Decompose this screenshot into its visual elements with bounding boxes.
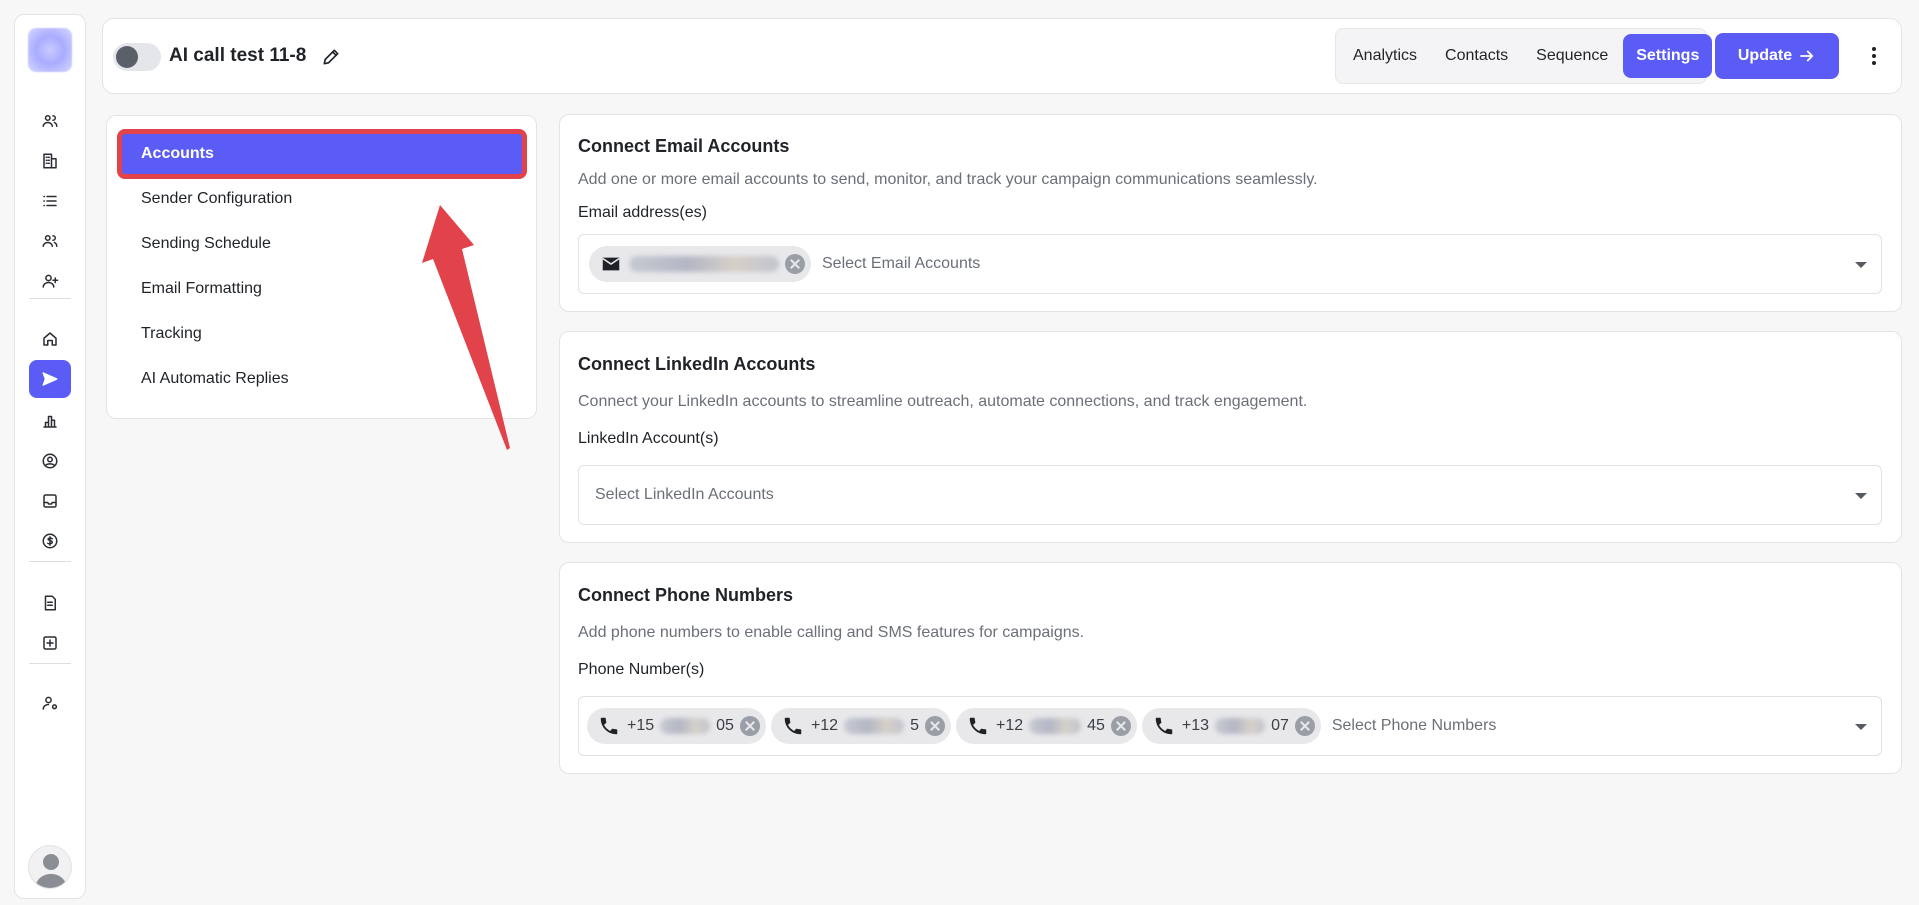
building-icon[interactable] (29, 142, 71, 180)
phone-chip: +12 5 (770, 708, 951, 744)
phone-number-prefix: +12 (995, 717, 1024, 734)
add-box-icon[interactable] (29, 624, 71, 662)
icon-rail (14, 14, 86, 899)
email-chip (589, 246, 811, 282)
more-options-icon[interactable] (1859, 39, 1889, 73)
user-settings-icon[interactable] (29, 684, 71, 722)
campaign-active-toggle[interactable] (113, 43, 161, 71)
phone-section-title: Connect Phone Numbers (578, 585, 794, 605)
document-icon[interactable] (29, 584, 71, 622)
phone-number-redacted (844, 718, 905, 734)
linkedin-accounts-select[interactable]: Select LinkedIn Accounts (578, 465, 1882, 525)
linkedin-field-label: LinkedIn Account(s) (578, 430, 719, 447)
remove-chip-icon[interactable] (924, 716, 945, 736)
phone-section-description: Add phone numbers to enable calling and … (578, 624, 1085, 641)
phone-select-placeholder: Select Phone Numbers (1331, 717, 1497, 734)
phone-icon (781, 714, 805, 738)
rail-divider (29, 561, 71, 562)
email-section-description: Add one or more email accounts to send, … (578, 171, 1318, 188)
remove-chip-icon[interactable] (1110, 716, 1131, 736)
linkedin-section-title: Connect LinkedIn Accounts (578, 354, 816, 374)
chevron-down-icon[interactable] (1855, 724, 1867, 730)
phone-chip: +13 07 (1141, 708, 1321, 744)
user-avatar[interactable] (28, 845, 72, 889)
home-icon[interactable] (29, 320, 71, 358)
phone-number-prefix: +12 (810, 717, 839, 734)
linkedin-select-placeholder: Select LinkedIn Accounts (595, 486, 774, 503)
arrow-right-icon (1800, 50, 1814, 62)
phone-number-redacted (1029, 718, 1082, 734)
phone-icon (597, 714, 621, 738)
email-select-placeholder: Select Email Accounts (822, 255, 981, 272)
phone-chip: +12 45 (955, 708, 1137, 744)
chevron-down-icon[interactable] (1855, 493, 1867, 499)
phone-chip: +15 05 (587, 708, 766, 744)
rail-divider (29, 663, 71, 664)
email-field-label: Email address(es) (578, 204, 707, 221)
phone-number-suffix: 07 (1271, 717, 1289, 734)
tab-settings[interactable]: Settings (1623, 34, 1713, 78)
phone-number-prefix: +13 (1181, 717, 1210, 734)
phone-number-suffix: 5 (910, 717, 919, 734)
phone-number-redacted (1215, 718, 1266, 734)
update-button[interactable]: Update (1715, 33, 1839, 79)
phone-number-suffix: 05 (716, 717, 734, 734)
mail-icon (599, 252, 623, 276)
chevron-down-icon[interactable] (1855, 262, 1867, 268)
email-section-title: Connect Email Accounts (578, 136, 790, 156)
tab-analytics[interactable]: Analytics (1340, 34, 1430, 78)
phone-numbers-select[interactable]: +15 05 +12 5 +12 45 +13 07 Select Phone Numb… (578, 696, 1882, 756)
phone-icon (1152, 714, 1176, 738)
dollar-icon[interactable] (29, 522, 71, 560)
rail-divider (29, 298, 71, 299)
toggle-knob (116, 46, 138, 68)
users-icon[interactable] (29, 222, 71, 260)
inbox-icon[interactable] (29, 482, 71, 520)
tab-sequence[interactable]: Sequence (1523, 34, 1621, 78)
add-user-icon[interactable] (29, 262, 71, 300)
bar-chart-icon[interactable] (29, 402, 71, 440)
phone-number-suffix: 45 (1087, 717, 1105, 734)
remove-chip-icon[interactable] (785, 254, 805, 274)
nav-item-accounts[interactable]: Accounts (117, 129, 527, 179)
email-address-redacted (629, 256, 779, 272)
list-icon[interactable] (29, 182, 71, 220)
tab-contacts[interactable]: Contacts (1432, 34, 1521, 78)
remove-chip-icon[interactable] (1294, 716, 1315, 736)
phone-numbers-card: Connect Phone Numbers Add phone numbers … (559, 562, 1902, 774)
remove-chip-icon[interactable] (739, 716, 760, 736)
email-accounts-select[interactable]: Select Email Accounts (578, 234, 1882, 294)
linkedin-section-description: Connect your LinkedIn accounts to stream… (578, 393, 1308, 410)
update-label: Update (1737, 47, 1793, 64)
send-icon[interactable] (29, 360, 71, 398)
linkedin-accounts-card: Connect LinkedIn Accounts Connect your L… (559, 331, 1902, 543)
account-circle-icon[interactable] (29, 442, 71, 480)
campaign-tabs: Analytics Contacts Sequence Settings (1335, 28, 1713, 84)
campaign-title: AI call test 11-8 (169, 45, 307, 66)
email-accounts-card: Connect Email Accounts Add one or more e… (559, 114, 1902, 312)
annotation-arrow (422, 205, 510, 450)
phone-number-prefix: +15 (627, 717, 655, 734)
phone-icon (966, 714, 990, 738)
pencil-icon[interactable] (321, 47, 343, 69)
people-icon[interactable] (29, 102, 71, 140)
phone-number-redacted (660, 718, 711, 734)
workspace-logo[interactable] (28, 28, 72, 72)
phone-field-label: Phone Number(s) (578, 661, 705, 678)
campaign-header: AI call test 11-8 Analytics Contacts Seq… (102, 18, 1902, 94)
